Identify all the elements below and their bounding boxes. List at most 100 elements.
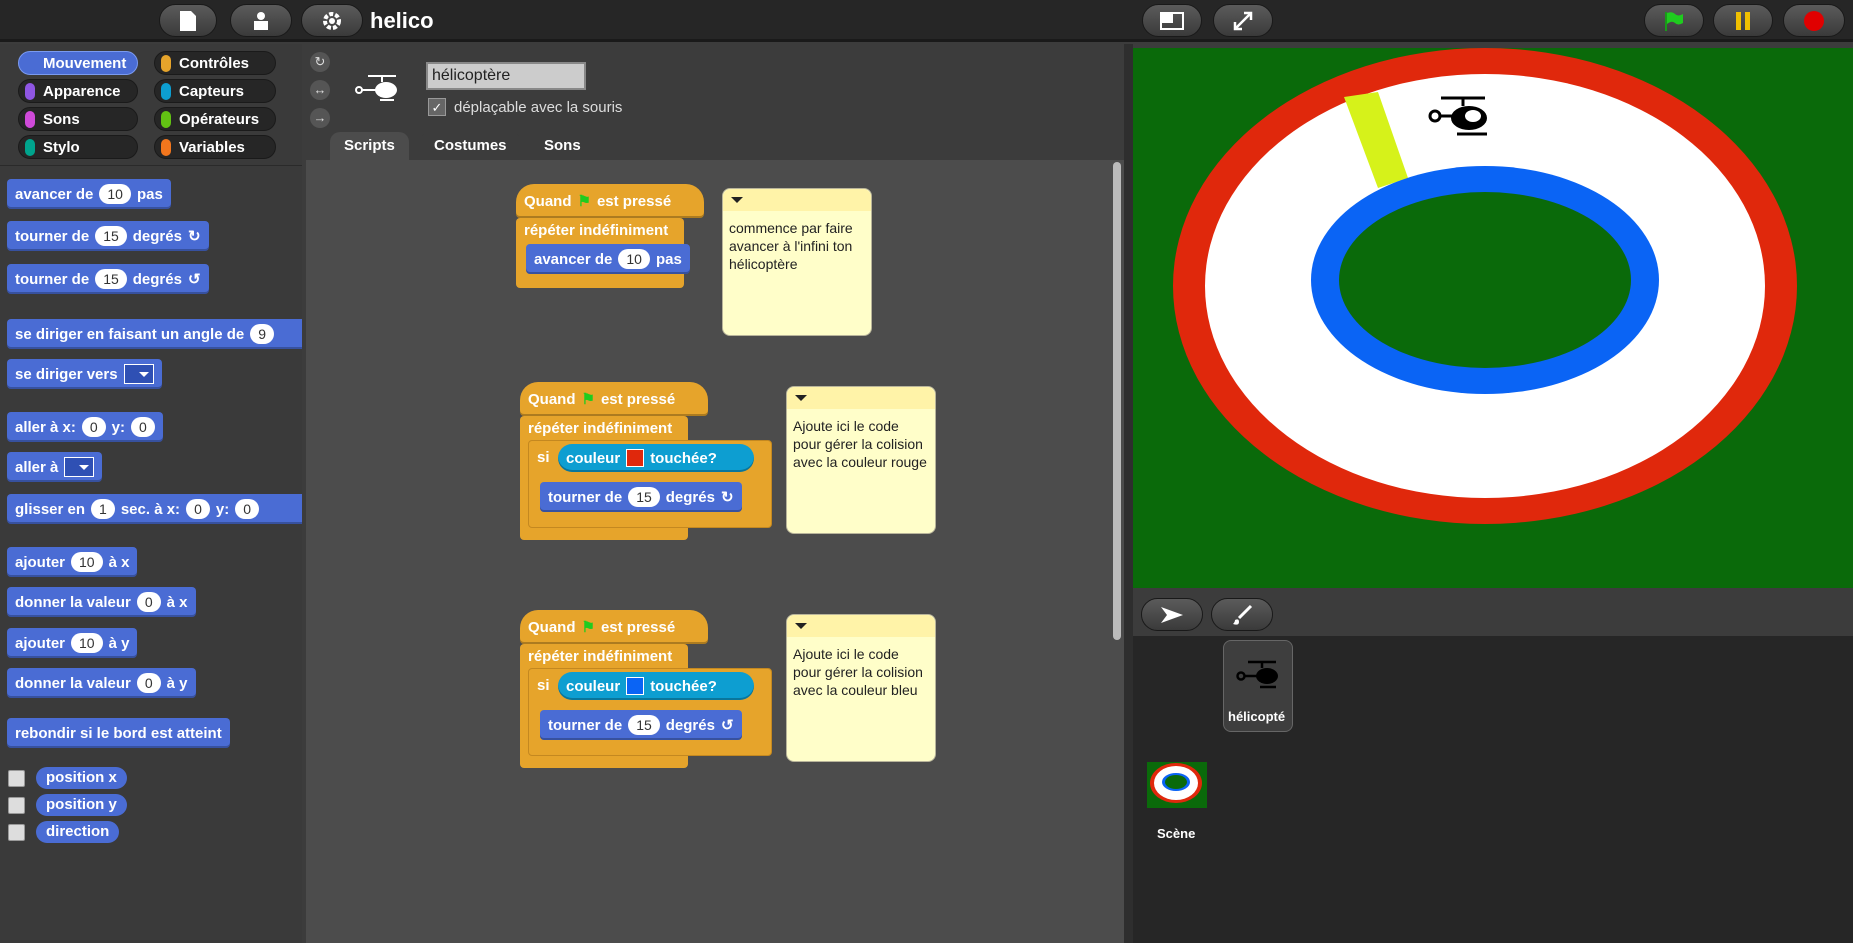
sprite-bar (1133, 592, 1853, 636)
rotate-style-full-icon[interactable]: ↻ (310, 52, 330, 72)
hat-block[interactable]: Quand ⚑ est pressé (520, 610, 708, 644)
y-position-reporter[interactable]: position y (36, 794, 127, 816)
forever-label: répéter indéfiniment (528, 648, 673, 665)
category-variables[interactable]: Variables (154, 135, 276, 159)
green-flag-icon (1665, 11, 1683, 31)
hat-block[interactable]: Quand ⚑ est pressé (520, 382, 708, 416)
tab-scripts[interactable]: Scripts (330, 132, 409, 160)
stop-button[interactable] (1783, 4, 1845, 37)
category-controles[interactable]: Contrôles (154, 51, 276, 75)
category-label: Variables (179, 139, 245, 156)
pane-divider[interactable] (1124, 44, 1133, 943)
category-sons[interactable]: Sons (18, 107, 138, 131)
stage-thumbnail[interactable] (1147, 762, 1207, 808)
change-y-block[interactable]: ajouter 10 à y (7, 628, 138, 658)
stage-size-button[interactable] (1142, 4, 1202, 37)
goto-xy-block[interactable]: aller à x: 0 y: 0 (7, 412, 163, 442)
new-turtle-button[interactable] (1141, 598, 1203, 631)
forever-label: répéter indéfiniment (528, 420, 673, 437)
sprite-thumbnail-label: hélicopté (1228, 709, 1286, 724)
fullscreen-button[interactable] (1213, 4, 1273, 37)
cloud-button[interactable] (230, 4, 292, 37)
category-operateurs[interactable]: Opérateurs (154, 107, 276, 131)
stage-canvas (1133, 48, 1853, 588)
paint-sprite-button[interactable] (1211, 598, 1273, 631)
comment-text: commence par faire avancer à l'infini to… (729, 220, 853, 272)
gear-icon (323, 11, 341, 30)
x-position-checkbox[interactable] (8, 770, 25, 787)
category-stylo[interactable]: Stylo (18, 135, 138, 159)
category-label: Apparence (43, 83, 121, 100)
goto-block[interactable]: aller à (7, 452, 103, 482)
rotate-style-lr-icon[interactable]: ↔ (310, 80, 330, 100)
hat-block[interactable]: Quand ⚑ est pressé (516, 184, 704, 218)
draggable-label: déplaçable avec la souris (454, 99, 623, 116)
scripts-scrollbar[interactable] (1113, 162, 1121, 640)
pause-button[interactable] (1713, 4, 1773, 37)
stage[interactable] (1133, 48, 1853, 588)
point-towards-block[interactable]: se diriger vers (7, 359, 162, 389)
touching-color-block[interactable]: couleur touchée? (558, 444, 754, 472)
category-label: Capteurs (179, 83, 245, 100)
stop-icon (1804, 10, 1824, 31)
tab-sons[interactable]: Sons (530, 132, 595, 160)
rotate-ccw-icon: ↺ (720, 717, 734, 734)
change-x-block[interactable]: ajouter 10 à x (7, 547, 138, 577)
stage-thumbnail-icon (1147, 762, 1207, 808)
sprite-name-input[interactable] (426, 62, 586, 90)
forever-label: répéter indéfiniment (524, 222, 669, 239)
green-flag-icon: ⚑ (577, 193, 591, 210)
comment-note-3[interactable]: Ajoute ici le code pour gérer la colisio… (786, 614, 936, 762)
category-capteurs[interactable]: Capteurs (154, 79, 276, 103)
green-flag-button[interactable] (1644, 4, 1704, 37)
settings-button[interactable] (301, 4, 363, 37)
rotate-cw-icon: ↻ (720, 489, 734, 506)
direction-checkbox[interactable] (8, 824, 25, 841)
category-label: Contrôles (179, 55, 250, 72)
direction-reporter[interactable]: direction (36, 821, 120, 843)
file-icon (180, 10, 196, 31)
top-bar: helico (0, 0, 1853, 42)
bounce-block[interactable]: rebondir si le bord est atteint (7, 718, 230, 748)
set-y-block[interactable]: donner la valeur 0 à y (7, 668, 196, 698)
comment-text: Ajoute ici le code pour gérer la colisio… (793, 646, 923, 698)
comment-note-1[interactable]: commence par faire avancer à l'infini to… (722, 188, 872, 336)
rotate-ccw-icon: ↺ (187, 271, 201, 288)
turn-right-block[interactable]: tourner de 15 degrés ↻ (7, 221, 209, 251)
color-swatch-red[interactable] (626, 449, 645, 467)
category-apparence[interactable]: Apparence (18, 79, 138, 103)
draggable-checkbox[interactable]: ✓ (428, 98, 446, 116)
set-x-block[interactable]: donner la valeur 0 à x (7, 587, 196, 617)
turn-left-block[interactable]: tourner de 15 degrés ↺ (7, 264, 209, 294)
turn-left-block[interactable]: tourner de 15 degrés ↺ (540, 710, 742, 740)
glide-block[interactable]: glisser en 1 sec. à x: 0 y: 0 (7, 494, 302, 524)
tab-costumes[interactable]: Costumes (420, 132, 521, 160)
y-position-checkbox[interactable] (8, 797, 25, 814)
green-flag-icon: ⚑ (581, 391, 595, 408)
fullscreen-icon (1233, 11, 1253, 30)
rotate-style-none-icon[interactable]: → (310, 108, 330, 128)
point-direction-block[interactable]: se diriger en faisant un angle de 9 (7, 319, 302, 349)
touching-color-block[interactable]: couleur touchée? (558, 672, 754, 700)
green-flag-icon: ⚑ (581, 619, 595, 636)
normal-stage-icon (1160, 11, 1184, 30)
category-mouvement[interactable]: Mouvement (18, 51, 138, 75)
x-position-reporter[interactable]: position x (36, 767, 127, 789)
sprite-thumbnail[interactable]: hélicopté (1223, 640, 1293, 732)
category-selector: Mouvement Contrôles Apparence Capteurs S… (0, 44, 302, 166)
category-label: Opérateurs (179, 111, 260, 128)
move-block[interactable]: avancer de 10 pas (526, 244, 690, 274)
pause-icon (1736, 11, 1750, 30)
comment-text: Ajoute ici le code pour gérer la colisio… (793, 418, 927, 470)
scripts-area[interactable]: Quand ⚑ est pressé répéter indéfiniment av… (306, 160, 1124, 943)
color-swatch-blue[interactable] (626, 677, 645, 695)
file-button[interactable] (159, 4, 217, 37)
stage-thumbnail-label: Scène (1157, 826, 1196, 841)
category-label: Stylo (43, 139, 80, 156)
comment-note-2[interactable]: Ajoute ici le code pour gérer la colisio… (786, 386, 936, 534)
block-palette: avancer de 10 pas tourner de 15 degrés ↻ tour… (0, 166, 302, 943)
helicopter-thumbnail-icon (355, 75, 397, 101)
turn-right-block[interactable]: tourner de 15 degrés ↻ (540, 482, 742, 512)
move-block[interactable]: avancer de 10 pas (7, 179, 171, 209)
sprite-corral: hélicopté Scène (1133, 636, 1853, 943)
